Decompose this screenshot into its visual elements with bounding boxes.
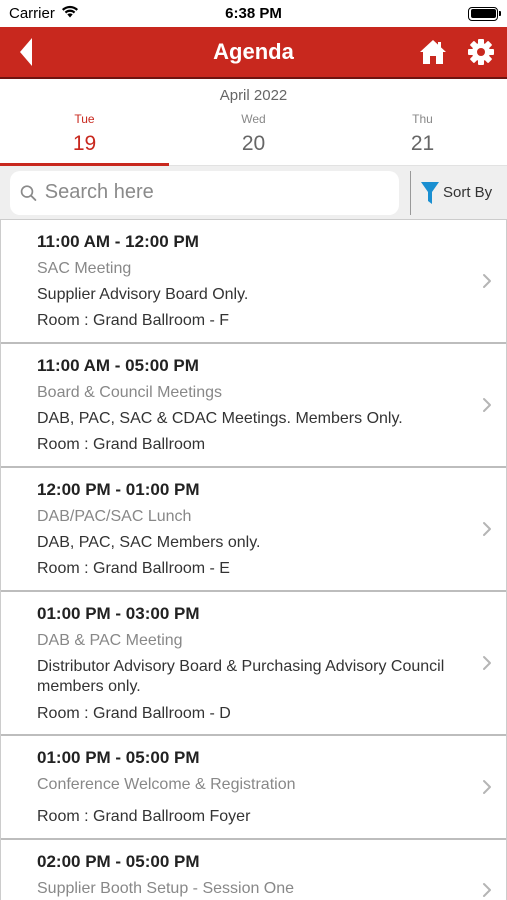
agenda-description: DAB, PAC, SAC & CDAC Meetings. Members O… xyxy=(37,410,403,427)
search-icon xyxy=(20,184,37,201)
agenda-description: Supplier Advisory Board Only. xyxy=(37,286,249,303)
search-row: Sort By xyxy=(0,166,507,220)
agenda-item[interactable]: 11:00 AM - 12:00 PM SAC Meeting Supplier… xyxy=(1,220,506,344)
date-tab-day: 20 xyxy=(241,132,266,155)
agenda-item[interactable]: 01:00 PM - 05:00 PM Conference Welcome &… xyxy=(1,736,506,840)
chevron-right-icon xyxy=(483,656,491,670)
date-tab-thu-21[interactable]: Thu 21 xyxy=(338,109,507,165)
date-tab-dow: Wed xyxy=(241,112,266,126)
nav-bar: Agenda xyxy=(0,27,507,79)
agenda-title: Conference Welcome & Registration xyxy=(37,776,296,793)
home-button[interactable] xyxy=(419,38,447,66)
agenda-room: Room : Grand Ballroom - F xyxy=(37,312,230,329)
date-tab-dow: Tue xyxy=(74,112,95,126)
sort-by-label: Sort By xyxy=(443,184,493,201)
date-tab-dow: Thu xyxy=(412,112,433,126)
settings-button[interactable] xyxy=(467,38,495,66)
battery-icon xyxy=(468,6,501,21)
agenda-title: Supplier Booth Setup - Session One xyxy=(37,880,295,897)
agenda-list: 11:00 AM - 12:00 PM SAC Meeting Supplier… xyxy=(0,220,507,900)
agenda-title: DAB & PAC Meeting xyxy=(37,632,183,649)
agenda-room: Room : Grand Ballroom - E xyxy=(37,560,230,577)
agenda-item[interactable]: 01:00 PM - 03:00 PM DAB & PAC Meeting Di… xyxy=(1,592,506,736)
carrier-label: Carrier xyxy=(9,5,55,22)
agenda-time: 12:00 PM - 01:00 PM xyxy=(37,480,200,499)
agenda-time: 11:00 AM - 12:00 PM xyxy=(37,232,199,251)
status-left: Carrier xyxy=(9,5,79,22)
agenda-title: Board & Council Meetings xyxy=(37,384,222,401)
sort-by-button[interactable]: Sort By xyxy=(411,181,492,205)
search-input[interactable] xyxy=(44,181,389,204)
agenda-title: SAC Meeting xyxy=(37,260,132,277)
wifi-icon xyxy=(61,5,79,22)
agenda-room: Room : Grand Ballroom - D xyxy=(37,705,231,722)
agenda-room: Room : Grand Ballroom xyxy=(37,436,206,453)
date-tab-tue-19[interactable]: Tue 19 xyxy=(0,109,169,166)
home-icon xyxy=(420,40,446,64)
agenda-time: 02:00 PM - 05:00 PM xyxy=(37,852,200,871)
status-bar: Carrier 6:38 PM xyxy=(0,0,507,27)
agenda-item[interactable]: 12:00 PM - 01:00 PM DAB/PAC/SAC Lunch DA… xyxy=(1,468,506,592)
agenda-title: DAB/PAC/SAC Lunch xyxy=(37,508,192,525)
chevron-right-icon xyxy=(483,274,491,288)
agenda-time: 01:00 PM - 03:00 PM xyxy=(37,604,200,623)
agenda-time: 11:00 AM - 05:00 PM xyxy=(37,356,199,375)
filter-icon xyxy=(421,181,439,204)
date-tab-day: 19 xyxy=(72,132,97,155)
back-arrow-icon xyxy=(20,38,32,66)
date-tabs: Tue 19 Wed 20 Thu 21 xyxy=(0,109,507,166)
agenda-description: DAB, PAC, SAC Members only. xyxy=(37,534,261,551)
agenda-item[interactable]: 02:00 PM - 05:00 PM Supplier Booth Setup… xyxy=(1,840,506,900)
agenda-room: Room : Grand Ballroom Foyer xyxy=(37,808,251,825)
chevron-right-icon xyxy=(483,883,491,897)
agenda-description: Distributor Advisory Board & Purchasing … xyxy=(37,658,445,695)
back-button[interactable] xyxy=(0,27,52,77)
chevron-right-icon xyxy=(483,522,491,536)
chevron-right-icon xyxy=(483,780,491,794)
month-label: April 2022 xyxy=(219,87,288,104)
date-tab-wed-20[interactable]: Wed 20 xyxy=(169,109,338,165)
search-box xyxy=(10,170,399,215)
gear-icon xyxy=(468,39,494,65)
agenda-item[interactable]: 11:00 AM - 05:00 PM Board & Council Meet… xyxy=(1,344,506,468)
nav-actions xyxy=(419,38,507,66)
date-tab-day: 21 xyxy=(410,132,435,155)
agenda-time: 01:00 PM - 05:00 PM xyxy=(37,748,200,767)
chevron-right-icon xyxy=(483,398,491,412)
